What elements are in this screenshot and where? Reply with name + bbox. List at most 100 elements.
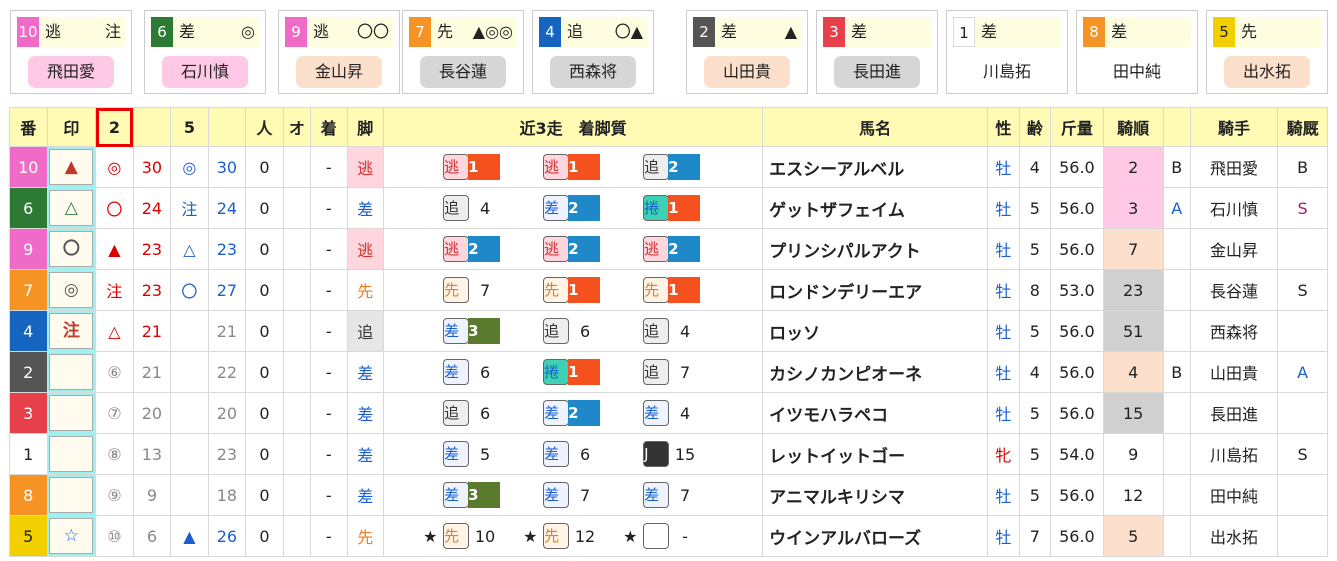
mark-cell[interactable]: △: [46, 187, 97, 229]
prediction-card[interactable]: 8 差田中純: [1076, 10, 1198, 94]
horse-name[interactable]: アニマルキリシマ: [762, 474, 989, 516]
prediction-card[interactable]: 6 差 ◎ 石川慎: [144, 10, 266, 94]
running-style-cell: 差: [346, 187, 384, 229]
jockey-rank: 4: [1102, 351, 1164, 393]
prediction-card[interactable]: 9 逃 〇〇 金山昇: [278, 10, 400, 94]
prediction-marks: 注: [104, 22, 121, 41]
jockey-grade: [1162, 310, 1191, 352]
odds: [282, 187, 312, 229]
popularity: 0: [245, 146, 284, 188]
prediction-card[interactable]: 10 逃 注飛田愛: [10, 10, 132, 94]
mark-cell[interactable]: ▲: [46, 146, 97, 188]
mark-cell[interactable]: [46, 433, 97, 475]
odds: [282, 228, 312, 270]
pred2-value: 6: [132, 515, 172, 557]
jockey-name: 石川慎: [1189, 187, 1279, 229]
jockey-trainer-grade: A: [1277, 351, 1328, 393]
table-row[interactable]: 8 ⑨ 9 18 0- 差差 3 差 7 差 7 アニマルキリシマ牡 5 56.0 12 田中純: [9, 474, 1328, 516]
table-row[interactable]: 3 ⑦ 20 20 0- 差追 6 差 2 差 4 イツモハラペコ牡 5 56.0 15 長田進: [9, 392, 1328, 434]
mark-selector[interactable]: ◎: [49, 272, 94, 308]
running-style: 差: [721, 22, 738, 41]
mark-selector[interactable]: [49, 436, 94, 472]
horse-name[interactable]: イツモハラペコ: [762, 392, 989, 434]
table-row[interactable]: 6 △ 〇 24 注 24 0- 差追 4 差 2 捲 1 ゲットザフェイム牡 5 56.0 3 A 石川慎 S: [9, 187, 1328, 229]
horse-name[interactable]: エスシーアルベル: [762, 146, 989, 188]
run-finish-position: 5: [479, 444, 491, 464]
mark-selector[interactable]: ☆: [49, 518, 94, 554]
table-row[interactable]: 4 注 △ 21 21 0- 追差 3 追 6 追 4 ロッソ牡 5 56.0 51 西森将: [9, 310, 1328, 352]
pred2-value: 30: [132, 146, 172, 188]
jockey-grade: [1162, 269, 1191, 311]
mark-selector[interactable]: [49, 395, 94, 431]
horse-sex: 牡: [987, 269, 1020, 311]
jockey-rank: 2: [1102, 146, 1164, 188]
mark-selector[interactable]: ▲: [49, 149, 94, 185]
header-weight[interactable]: 斤量: [1050, 107, 1104, 147]
running-style-cell: 先: [346, 515, 384, 557]
jockey-trainer-grade: [1277, 228, 1328, 270]
jockey-name: 飛田愛: [1189, 146, 1279, 188]
table-row[interactable]: 1 ⑧ 13 23 0- 差差 5 差 6 J 15 レットイットゴー牝 5 54.0 9 川島拓 S: [9, 433, 1328, 475]
horse-name[interactable]: ロッソ: [762, 310, 989, 352]
horse-name[interactable]: プリンシパルアクト: [762, 228, 989, 270]
horse-age: 5: [1018, 433, 1052, 475]
run-finish-position: 6: [579, 321, 591, 341]
finish: -: [310, 351, 348, 393]
prediction-card[interactable]: 7 先 ▲◎◎ 長谷蓮: [402, 10, 524, 94]
mark-cell[interactable]: ☆: [46, 515, 97, 557]
mark-selector[interactable]: [49, 477, 94, 513]
mark-cell[interactable]: [46, 392, 97, 434]
mark-selector[interactable]: [49, 354, 94, 390]
pred2-value: 23: [132, 228, 172, 270]
table-row[interactable]: 9 〇 ▲ 23 △ 23 0- 逃逃 2 逃 2 逃 2 プリンシパルアクト牡 5 56.0 7 金山昇: [9, 228, 1328, 270]
prediction-card[interactable]: 4 追 〇▲ 西森将: [532, 10, 654, 94]
header-selected-2[interactable]: 2: [95, 107, 134, 147]
table-row[interactable]: 7 ◎ 注 23 〇 27 0- 先先 7 先 1 先 1 ロンドンデリーエア牡 8 53.0 23 長谷蓮 S: [9, 269, 1328, 311]
run-finish-position: 4: [679, 321, 691, 341]
header-5[interactable]: 5: [170, 107, 209, 147]
header-kijun[interactable]: 騎順: [1102, 107, 1164, 147]
horse-sex: 牡: [987, 515, 1020, 557]
prediction-card[interactable]: 5 先出水拓: [1206, 10, 1328, 94]
mark-selector[interactable]: 〇: [49, 231, 94, 267]
prediction-marks: ◎: [241, 22, 255, 41]
table-row[interactable]: 2 ⑥ 21 22 0- 差差 6 捲 1 追 7 カシノカンピオーネ牡 4 56.0 4 B 山田貴 A: [9, 351, 1328, 393]
recent-run: 差2: [523, 400, 623, 426]
prediction-card[interactable]: 2 差 ▲ 山田貴: [686, 10, 808, 94]
mark-cell[interactable]: 注: [46, 310, 97, 352]
prediction-card[interactable]: 1 差川島拓: [946, 10, 1068, 94]
header-sex[interactable]: 性: [987, 107, 1020, 147]
horse-name[interactable]: レットイットゴー: [762, 433, 989, 475]
run-style-badge: 差: [443, 359, 470, 385]
mark-cell[interactable]: ◎: [46, 269, 97, 311]
jockey-grade: [1162, 515, 1191, 557]
mark-selector[interactable]: 注: [49, 313, 94, 349]
horse-name[interactable]: ウインアルバローズ: [762, 515, 989, 557]
pred5-mark: [170, 351, 209, 393]
mark-cell[interactable]: [46, 474, 97, 516]
horse-name[interactable]: カシノカンピオーネ: [762, 351, 989, 393]
jockey-name: 金山昇: [1189, 228, 1279, 270]
header-hito[interactable]: 人: [245, 107, 284, 147]
header-chaku[interactable]: 着: [310, 107, 348, 147]
mark-cell[interactable]: 〇: [46, 228, 97, 270]
prediction-card[interactable]: 3 差長田進: [816, 10, 938, 94]
header-kihi[interactable]: 騎厩: [1277, 107, 1328, 147]
mark-cell[interactable]: [46, 351, 97, 393]
table-row[interactable]: 10 ▲ ◎ 30 ◎ 30 0- 逃逃 1 逃 1 追 2 エスシーアルベル牡 4 56.0 2 B 飛田愛 B: [9, 146, 1328, 188]
header-age[interactable]: 齢: [1018, 107, 1052, 147]
header-o[interactable]: オ: [282, 107, 312, 147]
horse-name[interactable]: ゲットザフェイム: [762, 187, 989, 229]
table-row[interactable]: 5 ☆ ⑩ 6 ▲ 26 0- 先 ★ 先 10 ★ 先 12 ★ - ウインアルバローズ牡 7 56.0 5 出水拓: [9, 515, 1328, 557]
horse-number-badge: 5: [1213, 17, 1235, 47]
run-finish-position: 1: [668, 195, 701, 221]
header-ashi[interactable]: 脚: [346, 107, 384, 147]
running-style-cell: 差: [346, 433, 384, 475]
run-finish-position: 2: [568, 236, 601, 262]
horse-name[interactable]: ロンドンデリーエア: [762, 269, 989, 311]
run-finish-position: 2: [568, 400, 601, 426]
running-style: 先: [437, 22, 454, 41]
mark-selector[interactable]: △: [49, 190, 94, 226]
card-header: 1差: [953, 17, 1061, 47]
run-finish-position: 6: [479, 362, 491, 382]
